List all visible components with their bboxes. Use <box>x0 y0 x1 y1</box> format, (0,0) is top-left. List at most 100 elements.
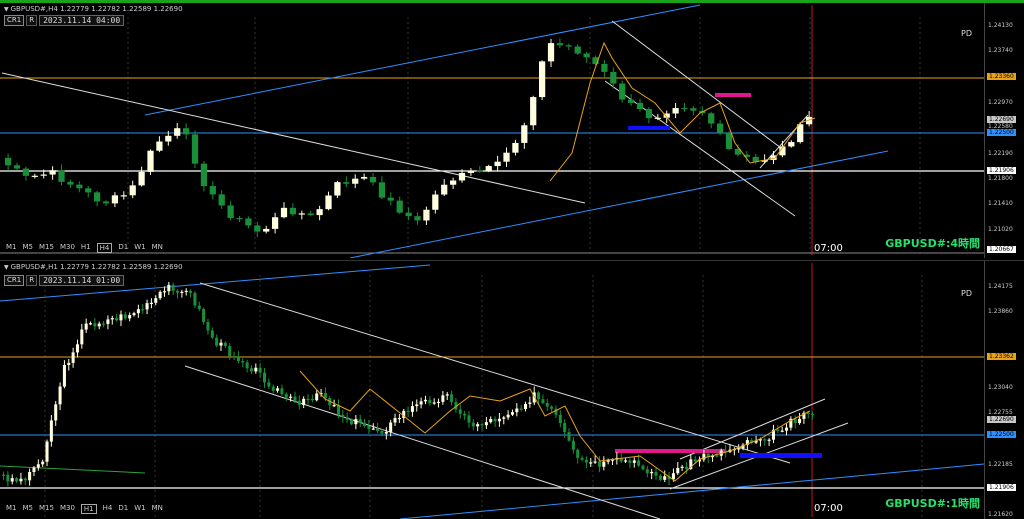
timeframe-h1[interactable]: H1 <box>80 504 97 514</box>
candle-body <box>343 182 350 184</box>
timeframe-m5[interactable]: M5 <box>23 504 34 514</box>
candle-body <box>515 408 519 413</box>
timeframe-m30[interactable]: M30 <box>60 504 75 514</box>
candle-body <box>84 323 88 330</box>
timeframe-m1[interactable]: M1 <box>6 243 17 253</box>
h4-datetime-box[interactable]: 2023.11.14 04:00 <box>39 15 125 26</box>
candle-body <box>717 123 724 133</box>
cr-button[interactable]: CR1 <box>4 15 25 26</box>
h1-chart-title: GBPUSD#:1時間 <box>885 497 980 510</box>
candle-body <box>334 182 341 196</box>
candle-body <box>15 478 19 482</box>
h1-chart-header: ▼ GBPUSD#,H1 1.22779 1.22782 1.22589 1.22… <box>4 263 183 271</box>
dropdown-icon[interactable]: ▼ <box>4 264 9 271</box>
candle-body <box>162 291 166 293</box>
candle-body <box>767 439 771 441</box>
candle-body <box>306 398 310 401</box>
candle-body <box>228 346 232 357</box>
h1-price-axis[interactable]: 1.24175 1.23860 1.23362 1.23040 1.22755 1.226… <box>984 261 1024 519</box>
timeframe-h1[interactable]: H1 <box>81 243 91 253</box>
candle-body <box>632 460 636 463</box>
h4-chart-pane[interactable]: 1.24130 1.23740 1.23360 1.22970 1.22690 1.225… <box>0 0 1024 258</box>
candle-body <box>458 409 462 414</box>
timeframe-m5[interactable]: M5 <box>23 243 34 253</box>
timeframe-w1[interactable]: W1 <box>134 243 145 253</box>
candle-body <box>537 392 541 400</box>
timeframe-d1[interactable]: D1 <box>118 504 128 514</box>
candle-body <box>263 372 267 383</box>
candle-body <box>310 399 314 401</box>
candle-body <box>345 417 349 420</box>
falling-channel-lower <box>184 365 661 519</box>
candle-body <box>371 428 375 430</box>
candle-body <box>289 396 293 398</box>
candle-body <box>102 201 110 204</box>
cr-button[interactable]: CR1 <box>4 275 25 286</box>
h4-chart-plot[interactable] <box>0 3 984 258</box>
h1-chart-pane[interactable]: 1.24175 1.23860 1.23362 1.23040 1.22755 1.226… <box>0 260 1024 519</box>
candle-body <box>494 161 501 167</box>
candle-body <box>97 323 101 327</box>
candle-body <box>471 422 475 427</box>
candle-body <box>389 422 393 432</box>
dropdown-icon[interactable]: ▼ <box>4 6 9 13</box>
timeframe-d1[interactable]: D1 <box>118 243 128 253</box>
timeframe-mn[interactable]: MN <box>152 504 163 514</box>
candle-body <box>106 319 110 325</box>
candle-body <box>545 403 549 407</box>
price-label: 1.21020 <box>988 226 1013 233</box>
candle-body <box>681 108 688 110</box>
candle-body <box>316 209 323 216</box>
timeframe-h4[interactable]: H4 <box>96 243 113 253</box>
r-button[interactable]: R <box>26 15 38 26</box>
candle-body <box>654 117 661 119</box>
candle-body <box>171 284 175 291</box>
candle-body <box>528 402 532 404</box>
r-button[interactable]: R <box>26 275 38 286</box>
candle-body <box>441 395 445 402</box>
price-label: 1.22500 <box>987 129 1016 136</box>
candle-body <box>280 388 284 395</box>
h1-pd-label: PD <box>961 289 972 298</box>
h1-time-marker-label: 07:00 <box>814 503 843 514</box>
candle-body <box>298 213 305 215</box>
candle-body <box>94 192 101 202</box>
candle-body <box>354 419 358 425</box>
candle-body <box>332 405 336 407</box>
timeframe-w1[interactable]: W1 <box>134 504 145 514</box>
h1-datetime-box[interactable]: 2023.11.14 01:00 <box>39 275 125 286</box>
timeframe-m15[interactable]: M15 <box>39 504 54 514</box>
zigzag-line <box>299 370 811 482</box>
candle-body <box>763 439 767 441</box>
h4-timeframe-bar: M1 M5 M15 M30 H1 H4 D1 W1 MN <box>6 243 163 253</box>
candle-body <box>165 135 172 142</box>
candle-body <box>22 168 30 176</box>
timeframe-mn[interactable]: MN <box>152 243 163 253</box>
candle-body <box>71 352 75 363</box>
candle-body <box>369 176 377 183</box>
candle-body <box>567 432 571 441</box>
candle-body <box>576 449 580 458</box>
candle-body <box>323 393 327 399</box>
h4-price-axis[interactable]: 1.24130 1.23740 1.23360 1.22970 1.22690 1.225… <box>984 3 1024 258</box>
candle-body <box>2 474 6 476</box>
candle-body <box>432 402 436 404</box>
timeframe-m15[interactable]: M15 <box>39 243 54 253</box>
candle-body <box>245 218 252 226</box>
candle-body <box>645 109 653 119</box>
candle-body <box>602 461 606 467</box>
channel-top-line <box>144 4 701 116</box>
timeframe-h4[interactable]: H4 <box>103 504 113 514</box>
candle-body <box>510 412 514 415</box>
price-label: 1.23860 <box>988 308 1013 315</box>
candle-body <box>547 43 555 62</box>
blue-zone-bar <box>628 126 670 130</box>
candle-body <box>410 406 414 412</box>
candle-body <box>519 408 523 410</box>
h1-chart-plot[interactable] <box>0 261 984 519</box>
candle-body <box>293 396 297 401</box>
timeframe-m30[interactable]: M30 <box>60 243 75 253</box>
candle-body <box>476 424 480 427</box>
timeframe-m1[interactable]: M1 <box>6 504 17 514</box>
candle-body <box>684 466 688 469</box>
